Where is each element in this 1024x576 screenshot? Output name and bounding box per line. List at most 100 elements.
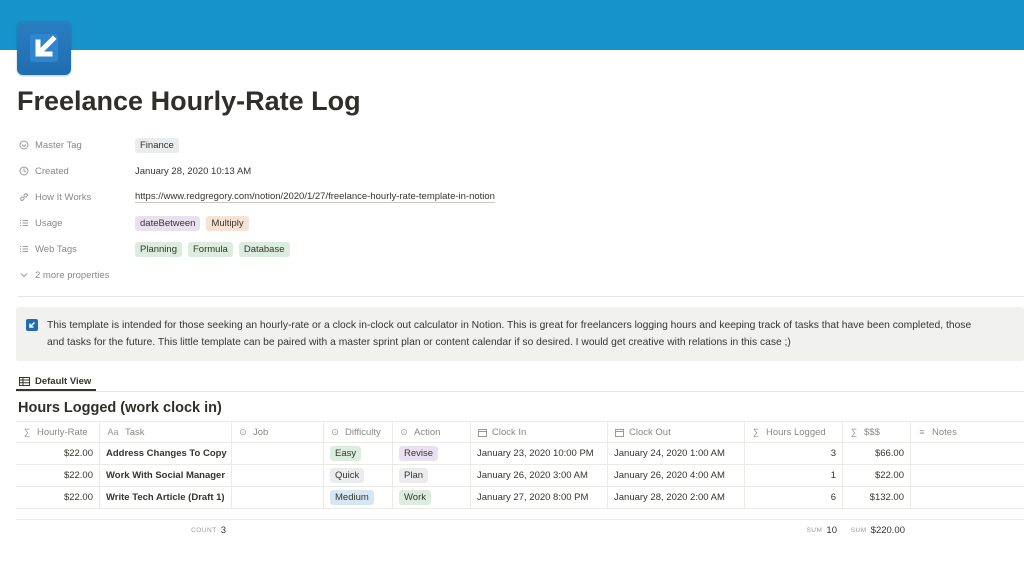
footer-empty <box>16 520 100 541</box>
database-title[interactable]: Hours Logged (work clock in) <box>18 400 222 416</box>
created-value: January 28, 2020 10:13 AM <box>135 165 252 177</box>
cell-amount[interactable]: $22.00 <box>843 465 911 486</box>
cell-difficulty[interactable]: Medium <box>324 487 393 508</box>
property-label: Web Tags <box>35 243 77 255</box>
text-aa-icon: Aa <box>107 427 119 437</box>
footer-hours-sum[interactable]: SUM 10 <box>745 520 843 541</box>
link-icon <box>18 192 29 203</box>
property-usage[interactable]: Usage dateBetween Multiply <box>18 210 1018 236</box>
callout-block[interactable]: This template is intended for those seek… <box>16 307 1024 361</box>
tag-datebetween[interactable]: dateBetween <box>135 215 201 231</box>
list-icon <box>18 244 29 255</box>
property-created[interactable]: Created January 28, 2020 10:13 AM <box>18 158 1018 184</box>
cell-job[interactable] <box>232 465 324 486</box>
column-header-amount[interactable]: ∑ $$$ <box>843 422 911 442</box>
property-how-it-works[interactable]: How It Works https://www.redgregory.com/… <box>18 184 1018 210</box>
text-lines-icon: ≡ <box>919 427 925 437</box>
cell-hourly-rate[interactable]: $22.00 <box>16 443 100 464</box>
footer-count[interactable]: COUNT 3 <box>100 520 232 541</box>
chevron-down-icon <box>18 270 29 281</box>
select-circle-icon: ⊙ <box>400 426 408 437</box>
cell-notes[interactable] <box>911 443 1024 464</box>
cell-clock-out[interactable]: January 28, 2020 2:00 AM <box>608 487 745 508</box>
column-header-notes[interactable]: ≡ Notes <box>911 422 1024 442</box>
property-label: Master Tag <box>35 139 82 151</box>
cell-difficulty[interactable]: Easy <box>324 443 393 464</box>
cell-task[interactable]: Work With Social Manager <box>100 465 232 486</box>
table-row[interactable]: $22.00 Work With Social Manager Quick Pl… <box>16 465 1024 487</box>
cell-action[interactable]: Work <box>393 487 471 508</box>
column-header-clock-in[interactable]: Clock In <box>471 422 608 442</box>
table-footer: COUNT 3 SUM 10 SUM $220.00 <box>16 519 1024 541</box>
cell-action[interactable]: Plan <box>393 465 471 486</box>
table-row[interactable]: $22.00 Write Tech Article (Draft 1) Medi… <box>16 487 1024 509</box>
select-circle-icon: ⊙ <box>331 426 339 437</box>
cell-clock-in[interactable]: January 27, 2020 8:00 PM <box>471 487 608 508</box>
property-label: How It Works <box>35 191 92 203</box>
action-tag: Revise <box>399 446 439 461</box>
column-header-hours-logged[interactable]: ∑ Hours Logged <box>745 422 843 442</box>
property-master-tag[interactable]: Master Tag Finance <box>18 132 1018 158</box>
tag-database[interactable]: Database <box>238 241 290 257</box>
cell-difficulty[interactable]: Quick <box>324 465 393 486</box>
column-header-task[interactable]: Aa Task <box>100 422 232 442</box>
cell-clock-out[interactable]: January 24, 2020 1:00 AM <box>608 443 745 464</box>
more-properties-label: 2 more properties <box>35 269 110 281</box>
table-header: ∑ Hourly-Rate Aa Task ⊙ Job ⊙ Difficulty ⊙ Ac… <box>16 421 1024 443</box>
cell-hours-logged[interactable]: 3 <box>745 443 843 464</box>
tag-planning[interactable]: Planning <box>135 241 182 257</box>
page-title[interactable]: Freelance Hourly-Rate Log <box>17 86 361 117</box>
cell-notes[interactable] <box>911 487 1024 508</box>
cell-amount[interactable]: $66.00 <box>843 443 911 464</box>
select-circle-icon: ⊙ <box>239 426 247 437</box>
how-it-works-link[interactable]: https://www.redgregory.com/notion/2020/1… <box>135 191 495 203</box>
footer-count-value: 3 <box>220 525 226 536</box>
cell-task[interactable]: Write Tech Article (Draft 1) <box>100 487 232 508</box>
arrow-down-left-icon <box>30 34 58 62</box>
table-row[interactable]: $22.00 Address Changes To Copy Easy Revi… <box>16 443 1024 465</box>
column-header-hourly-rate[interactable]: ∑ Hourly-Rate <box>16 422 100 442</box>
difficulty-tag: Medium <box>330 490 374 505</box>
column-header-action[interactable]: ⊙ Action <box>393 422 471 442</box>
calendar-icon <box>614 428 624 437</box>
cell-action[interactable]: Revise <box>393 443 471 464</box>
cell-amount[interactable]: $132.00 <box>843 487 911 508</box>
cell-task[interactable]: Address Changes To Copy <box>100 443 232 464</box>
cell-notes[interactable] <box>911 465 1024 486</box>
arrow-down-left-icon <box>26 319 38 331</box>
sigma-icon: ∑ <box>752 427 760 437</box>
property-web-tags[interactable]: Web Tags Planning Formula Database <box>18 236 1018 262</box>
column-header-difficulty[interactable]: ⊙ Difficulty <box>324 422 393 442</box>
select-circle-icon <box>18 140 29 151</box>
footer-amount-sum[interactable]: SUM $220.00 <box>843 520 911 541</box>
column-header-job[interactable]: ⊙ Job <box>232 422 324 442</box>
page-icon[interactable] <box>17 21 71 75</box>
footer-amount-value: $220.00 <box>870 525 905 536</box>
tag-multiply[interactable]: Multiply <box>206 215 249 231</box>
page-cover-banner[interactable] <box>0 0 1024 50</box>
property-label: Created <box>35 165 69 177</box>
table-icon <box>19 376 30 386</box>
clock-icon <box>18 166 29 177</box>
cell-hourly-rate[interactable]: $22.00 <box>16 487 100 508</box>
calendar-icon <box>477 428 487 437</box>
footer-amount-label: SUM <box>850 527 867 534</box>
more-properties-toggle[interactable]: 2 more properties <box>18 262 1018 288</box>
tag-formula[interactable]: Formula <box>187 241 233 257</box>
cell-job[interactable] <box>232 443 324 464</box>
tag-finance[interactable]: Finance <box>135 137 179 153</box>
cell-hourly-rate[interactable]: $22.00 <box>16 465 100 486</box>
cell-clock-out[interactable]: January 26, 2020 4:00 AM <box>608 465 745 486</box>
view-label: Default View <box>35 375 92 387</box>
property-label: Usage <box>35 217 63 229</box>
sigma-icon: ∑ <box>23 427 31 437</box>
cell-clock-in[interactable]: January 26, 2020 3:00 AM <box>471 465 608 486</box>
cell-job[interactable] <box>232 487 324 508</box>
cell-clock-in[interactable]: January 23, 2020 10:00 PM <box>471 443 608 464</box>
tab-default-view[interactable]: Default View <box>19 371 91 391</box>
column-header-clock-out[interactable]: Clock Out <box>608 422 745 442</box>
sigma-icon: ∑ <box>850 427 858 437</box>
cell-hours-logged[interactable]: 6 <box>745 487 843 508</box>
cell-hours-logged[interactable]: 1 <box>745 465 843 486</box>
page-properties: Master Tag Finance Created January 28, 2… <box>18 132 1018 288</box>
